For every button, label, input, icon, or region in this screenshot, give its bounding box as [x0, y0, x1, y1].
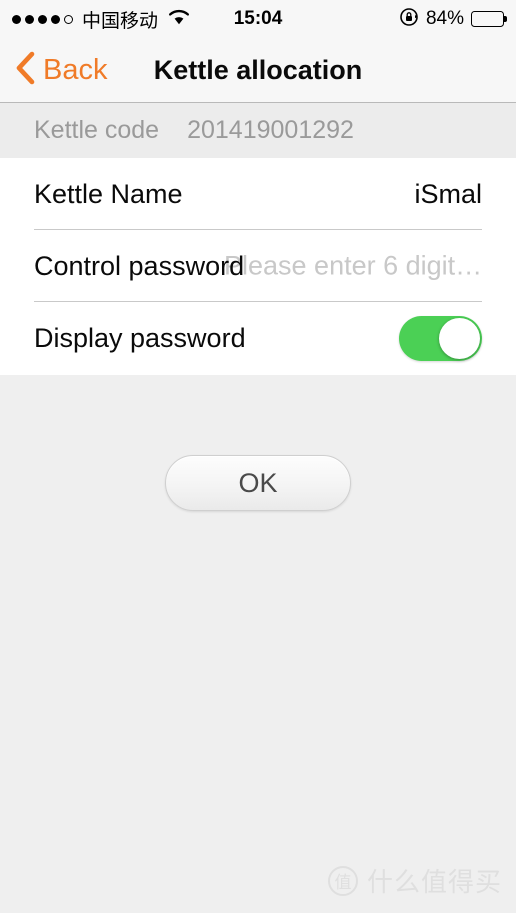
control-password-placeholder: Please enter 6 digit…: [224, 250, 483, 281]
signal-dot: [25, 14, 34, 24]
control-password-label: Control password: [34, 250, 245, 281]
chevron-left-icon: [14, 51, 36, 90]
action-area: OK: [0, 375, 516, 511]
kettle-code-label: Kettle code: [34, 116, 160, 144]
watermark-text: 什么值得买: [366, 868, 502, 898]
ok-button-label: OK: [238, 467, 278, 498]
battery-percentage: 84%: [425, 8, 464, 29]
status-bar-right: 84%: [399, 7, 507, 32]
display-password-label: Display password: [34, 322, 246, 353]
carrier-name: 中国移动: [82, 9, 159, 32]
status-bar-left: 中国移动: [12, 6, 191, 33]
row-display-password: Display password: [0, 302, 516, 374]
watermark: 值 什么值得买: [327, 862, 502, 899]
signal-dot: [38, 14, 47, 24]
battery-icon: [471, 11, 507, 27]
wifi-icon: [167, 8, 191, 31]
display-password-toggle[interactable]: [399, 315, 482, 361]
kettle-name-label: Kettle Name: [34, 178, 183, 209]
row-kettle-name[interactable]: Kettle Name iSmal: [0, 158, 516, 230]
rotation-lock-icon: [399, 7, 419, 32]
ok-button[interactable]: OK: [165, 455, 351, 511]
row-control-password[interactable]: Please enter 6 digit… Control password: [0, 230, 516, 302]
watermark-logo-icon: 值: [327, 865, 358, 896]
signal-dot: [51, 14, 60, 24]
kettle-name-input[interactable]: iSmal: [414, 179, 482, 210]
form-table: Kettle Name iSmal Please enter 6 digit… …: [0, 158, 516, 375]
back-button[interactable]: Back: [0, 51, 107, 90]
back-button-label: Back: [43, 53, 108, 86]
signal-strength-icon: [12, 14, 73, 24]
signal-dot: [12, 14, 21, 24]
status-bar: 中国移动 15:04 84%: [0, 0, 516, 38]
navigation-bar: Back Kettle allocation: [0, 38, 516, 103]
kettle-code-value: 201419001292: [187, 116, 354, 144]
kettle-code-band: Kettle code 201419001292: [0, 103, 516, 158]
signal-dot-empty: [64, 14, 73, 24]
toggle-knob: [439, 317, 480, 359]
